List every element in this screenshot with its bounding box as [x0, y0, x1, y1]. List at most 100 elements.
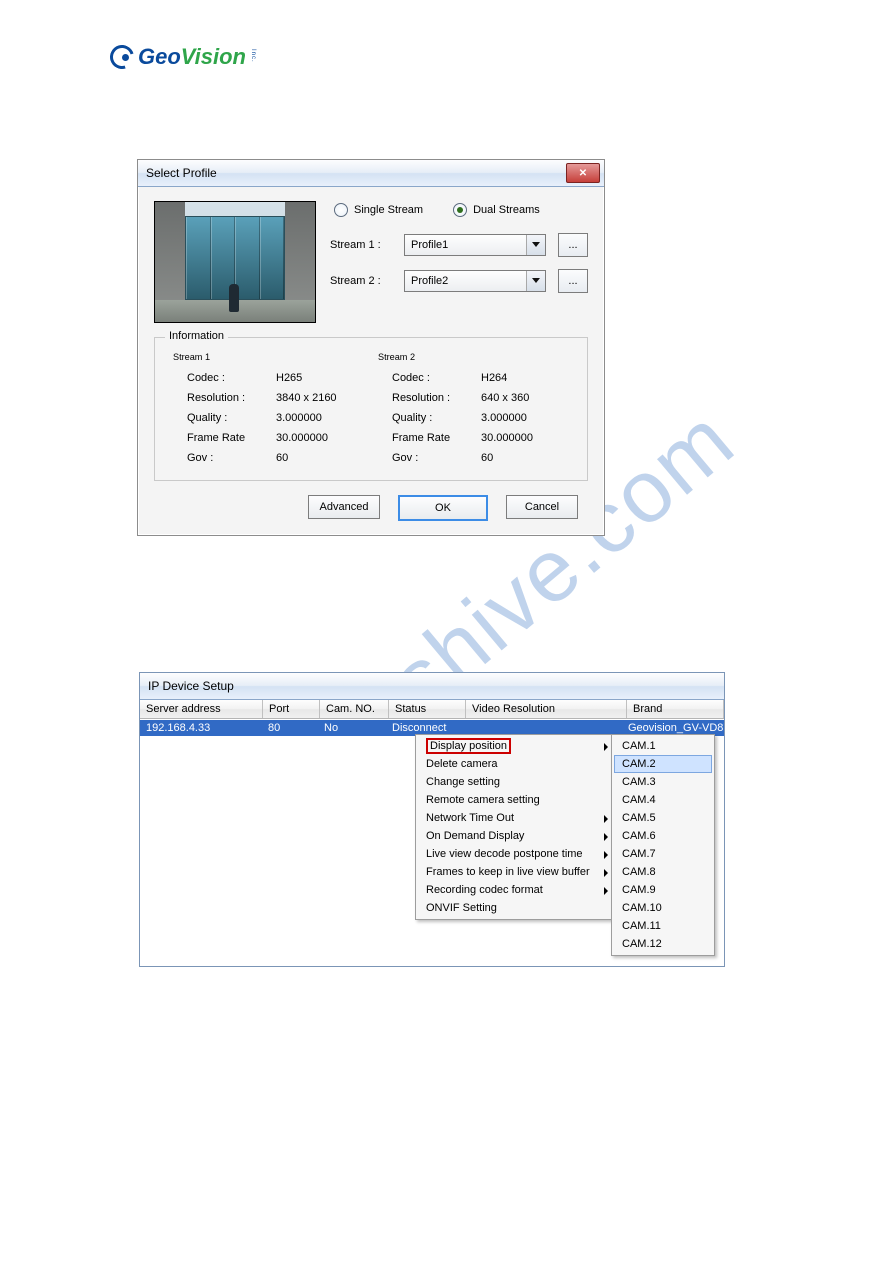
single-stream-label: Single Stream [354, 204, 423, 216]
row-brand: Geovision_GV-VD8700 [622, 722, 724, 734]
submenu-cam-5[interactable]: CAM.5 [614, 809, 712, 827]
row-cam-no: No [318, 722, 386, 734]
header-brand[interactable]: Brand [627, 700, 724, 718]
stream1-gov-value: 60 [274, 448, 368, 468]
select-profile-titlebar: Select Profile ✕ [138, 160, 604, 187]
ellipsis-icon: ... [568, 239, 577, 251]
submenu-cam-6[interactable]: CAM.6 [614, 827, 712, 845]
header-cam-no[interactable]: Cam. NO. [320, 700, 389, 718]
header-port[interactable]: Port [263, 700, 320, 718]
dual-streams-radio[interactable]: Dual Streams [453, 203, 540, 217]
brand-logo-mark [110, 45, 134, 69]
menu-network-timeout[interactable]: Network Time Out [418, 809, 614, 827]
stream2-codec-value: H264 [479, 368, 573, 388]
select-profile-title: Select Profile [146, 166, 217, 180]
chevron-down-icon [532, 278, 540, 283]
stream1-resolution-value: 3840 x 2160 [274, 388, 368, 408]
submenu-cam-11[interactable]: CAM.11 [614, 917, 712, 935]
submenu-cam-12[interactable]: CAM.12 [614, 935, 712, 953]
menu-onvif-setting[interactable]: ONVIF Setting [418, 899, 614, 917]
stream2-framerate-value: 30.000000 [479, 428, 573, 448]
menu-delete-camera[interactable]: Delete camera [418, 755, 614, 773]
codec-label: Codec : [374, 368, 479, 388]
stream2-profile-select[interactable]: Profile2 [404, 270, 546, 292]
framerate-label: Frame Rate [169, 428, 274, 448]
stream1-quality-value: 3.000000 [274, 408, 368, 428]
brand-logo-inc: Inc. [250, 44, 256, 63]
codec-label: Codec : [169, 368, 274, 388]
header-server-address[interactable]: Server address [140, 700, 263, 718]
quality-label: Quality : [374, 408, 479, 428]
stream2-info-title: Stream 2 [378, 352, 573, 362]
submenu-cam-3[interactable]: CAM.3 [614, 773, 712, 791]
stream2-label: Stream 2 : [330, 275, 392, 287]
header-status[interactable]: Status [389, 700, 466, 718]
framerate-label: Frame Rate [374, 428, 479, 448]
submenu-cam-4[interactable]: CAM.4 [614, 791, 712, 809]
header-video-resolution[interactable]: Video Resolution [466, 700, 627, 718]
row-server-address: 192.168.4.33 [140, 722, 262, 734]
menu-frames-buffer[interactable]: Frames to keep in live view buffer [418, 863, 614, 881]
cancel-button[interactable]: Cancel [506, 495, 578, 519]
single-stream-radio[interactable]: Single Stream [334, 203, 423, 217]
menu-live-view-decode[interactable]: Live view decode postpone time [418, 845, 614, 863]
select-profile-dialog: Select Profile ✕ Single Stream [137, 159, 605, 536]
chevron-down-icon [532, 242, 540, 247]
submenu-cam-7[interactable]: CAM.7 [614, 845, 712, 863]
stream1-info-title: Stream 1 [173, 352, 368, 362]
chevron-right-icon [604, 887, 608, 895]
device-table-header: Server address Port Cam. NO. Status Vide… [140, 700, 724, 719]
resolution-label: Resolution : [374, 388, 479, 408]
dual-streams-label: Dual Streams [473, 204, 540, 216]
information-group: Information Stream 1 Codec :H265 Resolut… [154, 337, 588, 481]
chevron-right-icon [604, 743, 608, 751]
submenu-cam-2[interactable]: CAM.2 [614, 755, 712, 773]
stream2-quality-value: 3.000000 [479, 408, 573, 428]
chevron-right-icon [604, 815, 608, 823]
ip-device-setup-dialog: IP Device Setup Server address Port Cam.… [139, 672, 725, 967]
stream2-resolution-value: 640 x 360 [479, 388, 573, 408]
menu-recording-codec[interactable]: Recording codec format [418, 881, 614, 899]
menu-change-setting[interactable]: Change setting [418, 773, 614, 791]
stream1-profile-select[interactable]: Profile1 [404, 234, 546, 256]
ip-device-titlebar: IP Device Setup [140, 673, 724, 700]
close-button[interactable]: ✕ [566, 163, 600, 183]
gov-label: Gov : [374, 448, 479, 468]
stream2-more-button[interactable]: ... [558, 269, 588, 293]
resolution-label: Resolution : [169, 388, 274, 408]
chevron-right-icon [604, 833, 608, 841]
menu-on-demand-display[interactable]: On Demand Display [418, 827, 614, 845]
menu-display-position[interactable]: Display position [418, 737, 614, 755]
submenu-cam-1[interactable]: CAM.1 [614, 737, 712, 755]
menu-remote-camera-setting[interactable]: Remote camera setting [418, 791, 614, 809]
brand-logo: GeoVision Inc. [110, 44, 256, 70]
row-port: 80 [262, 722, 318, 734]
submenu-cam-10[interactable]: CAM.10 [614, 899, 712, 917]
camera-preview-image [154, 201, 316, 323]
ellipsis-icon: ... [568, 275, 577, 287]
submenu-cam-9[interactable]: CAM.9 [614, 881, 712, 899]
advanced-button[interactable]: Advanced [308, 495, 380, 519]
stream2-profile-value: Profile2 [411, 275, 448, 287]
radio-icon [334, 203, 348, 217]
stream1-label: Stream 1 : [330, 239, 392, 251]
stream1-more-button[interactable]: ... [558, 233, 588, 257]
quality-label: Quality : [169, 408, 274, 428]
ok-button[interactable]: OK [398, 495, 488, 521]
context-menu: Display position Delete camera Change se… [415, 734, 617, 920]
chevron-right-icon [604, 851, 608, 859]
stream2-gov-value: 60 [479, 448, 573, 468]
display-position-submenu: CAM.1 CAM.2 CAM.3 CAM.4 CAM.5 CAM.6 CAM.… [611, 734, 715, 956]
close-icon: ✕ [579, 168, 587, 179]
gov-label: Gov : [169, 448, 274, 468]
submenu-cam-8[interactable]: CAM.8 [614, 863, 712, 881]
stream1-profile-value: Profile1 [411, 239, 448, 251]
radio-icon [453, 203, 467, 217]
information-legend: Information [165, 330, 228, 342]
stream1-codec-value: H265 [274, 368, 368, 388]
ip-device-title: IP Device Setup [148, 679, 234, 693]
stream1-framerate-value: 30.000000 [274, 428, 368, 448]
row-status: Disconnect [386, 722, 462, 734]
brand-logo-text: GeoVision [138, 44, 246, 70]
chevron-right-icon [604, 869, 608, 877]
